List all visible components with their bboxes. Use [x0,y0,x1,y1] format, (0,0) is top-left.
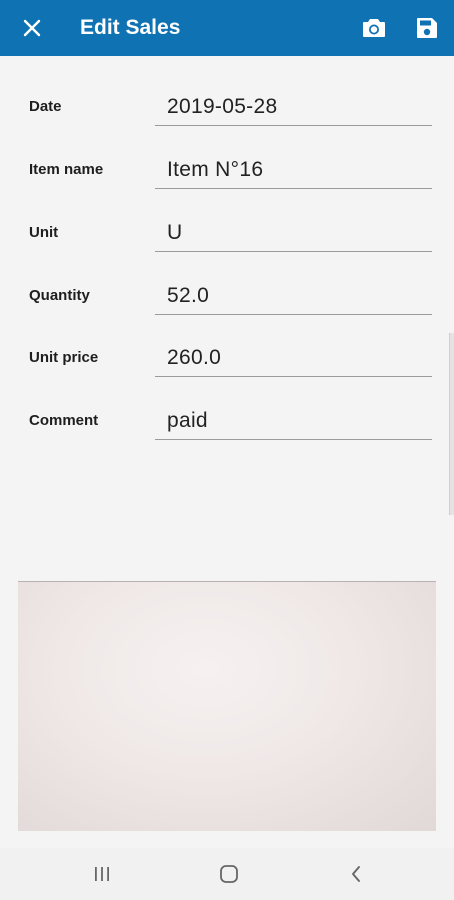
unit-price-label: Unit price [29,349,99,366]
edge-panel-handle[interactable] [449,333,454,515]
unit-price-value: 260.0 [167,346,222,369]
recents-button[interactable] [82,854,122,894]
save-icon [417,18,437,38]
close-icon [23,19,41,37]
attached-photo[interactable] [18,581,436,831]
comment-value: paid [167,409,208,432]
form-row-item-name: Item name Item N°16 [0,154,454,216]
date-label: Date [29,98,62,115]
quantity-value: 52.0 [167,284,210,307]
date-value: 2019-05-28 [167,95,278,118]
unit-price-field[interactable]: 260.0 [155,342,432,377]
form-row-quantity: Quantity 52.0 [0,280,454,342]
back-button[interactable] [336,854,376,894]
home-icon [220,865,238,883]
form-row-unit-price: Unit price 260.0 [0,342,454,404]
comment-label: Comment [29,412,99,429]
form-row-unit: Unit U [0,217,454,279]
camera-button[interactable] [354,8,394,48]
form-row-comment: Comment paid [0,405,454,467]
home-button[interactable] [209,854,249,894]
form-row-date: Date 2019-05-28 [0,91,454,153]
item-name-value: Item N°16 [167,158,264,181]
date-field[interactable]: 2019-05-28 [155,91,432,126]
system-nav-bar [0,848,454,900]
item-name-label: Item name [29,161,104,178]
unit-field[interactable]: U [155,217,432,252]
unit-value: U [167,221,183,244]
camera-icon [363,19,385,37]
back-icon [352,866,360,882]
quantity-field[interactable]: 52.0 [155,280,432,315]
page-title: Edit Sales [80,16,181,39]
item-name-field[interactable]: Item N°16 [155,154,432,189]
save-button[interactable] [407,8,447,48]
quantity-label: Quantity [29,287,90,304]
close-button[interactable] [12,8,52,48]
edit-sales-screen: Edit Sales Date 2019-05-28 Item name Ite… [0,0,454,900]
app-bar: Edit Sales [0,0,454,56]
comment-field[interactable]: paid [155,405,432,440]
recents-icon [95,867,109,881]
unit-label: Unit [29,224,59,241]
